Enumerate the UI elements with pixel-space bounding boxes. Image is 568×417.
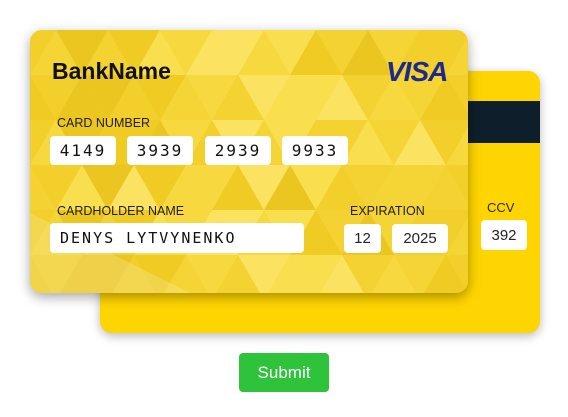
card-number-group-3[interactable]: 2939 (205, 136, 271, 165)
visa-logo-icon: VISA (386, 56, 448, 87)
ccv-input[interactable]: 392 (481, 220, 527, 250)
expiration-month-input[interactable]: 12 (344, 224, 381, 253)
submit-button[interactable]: Submit (239, 353, 329, 392)
expiration-label: EXPIRATION (350, 204, 425, 218)
card-number-group-2[interactable]: 3939 (127, 136, 193, 165)
card-number-group-4[interactable]: 9933 (282, 136, 348, 165)
expiration-year-input[interactable]: 2025 (392, 224, 448, 253)
ccv-label: CCV (487, 200, 515, 215)
card-number-group-1[interactable]: 4149 (50, 136, 116, 165)
bank-name: BankName (52, 58, 171, 84)
credit-card-form: CCV 392 BankName VISA CARD NUMBER 4149 3… (0, 0, 568, 417)
card-front: BankName VISA CARD NUMBER 4149 3939 2939… (30, 30, 468, 293)
cardholder-name-input[interactable]: DENYS LYTVYNENKO (50, 223, 304, 253)
cardholder-name-label: CARDHOLDER NAME (57, 204, 185, 218)
card-number-label: CARD NUMBER (57, 116, 151, 130)
